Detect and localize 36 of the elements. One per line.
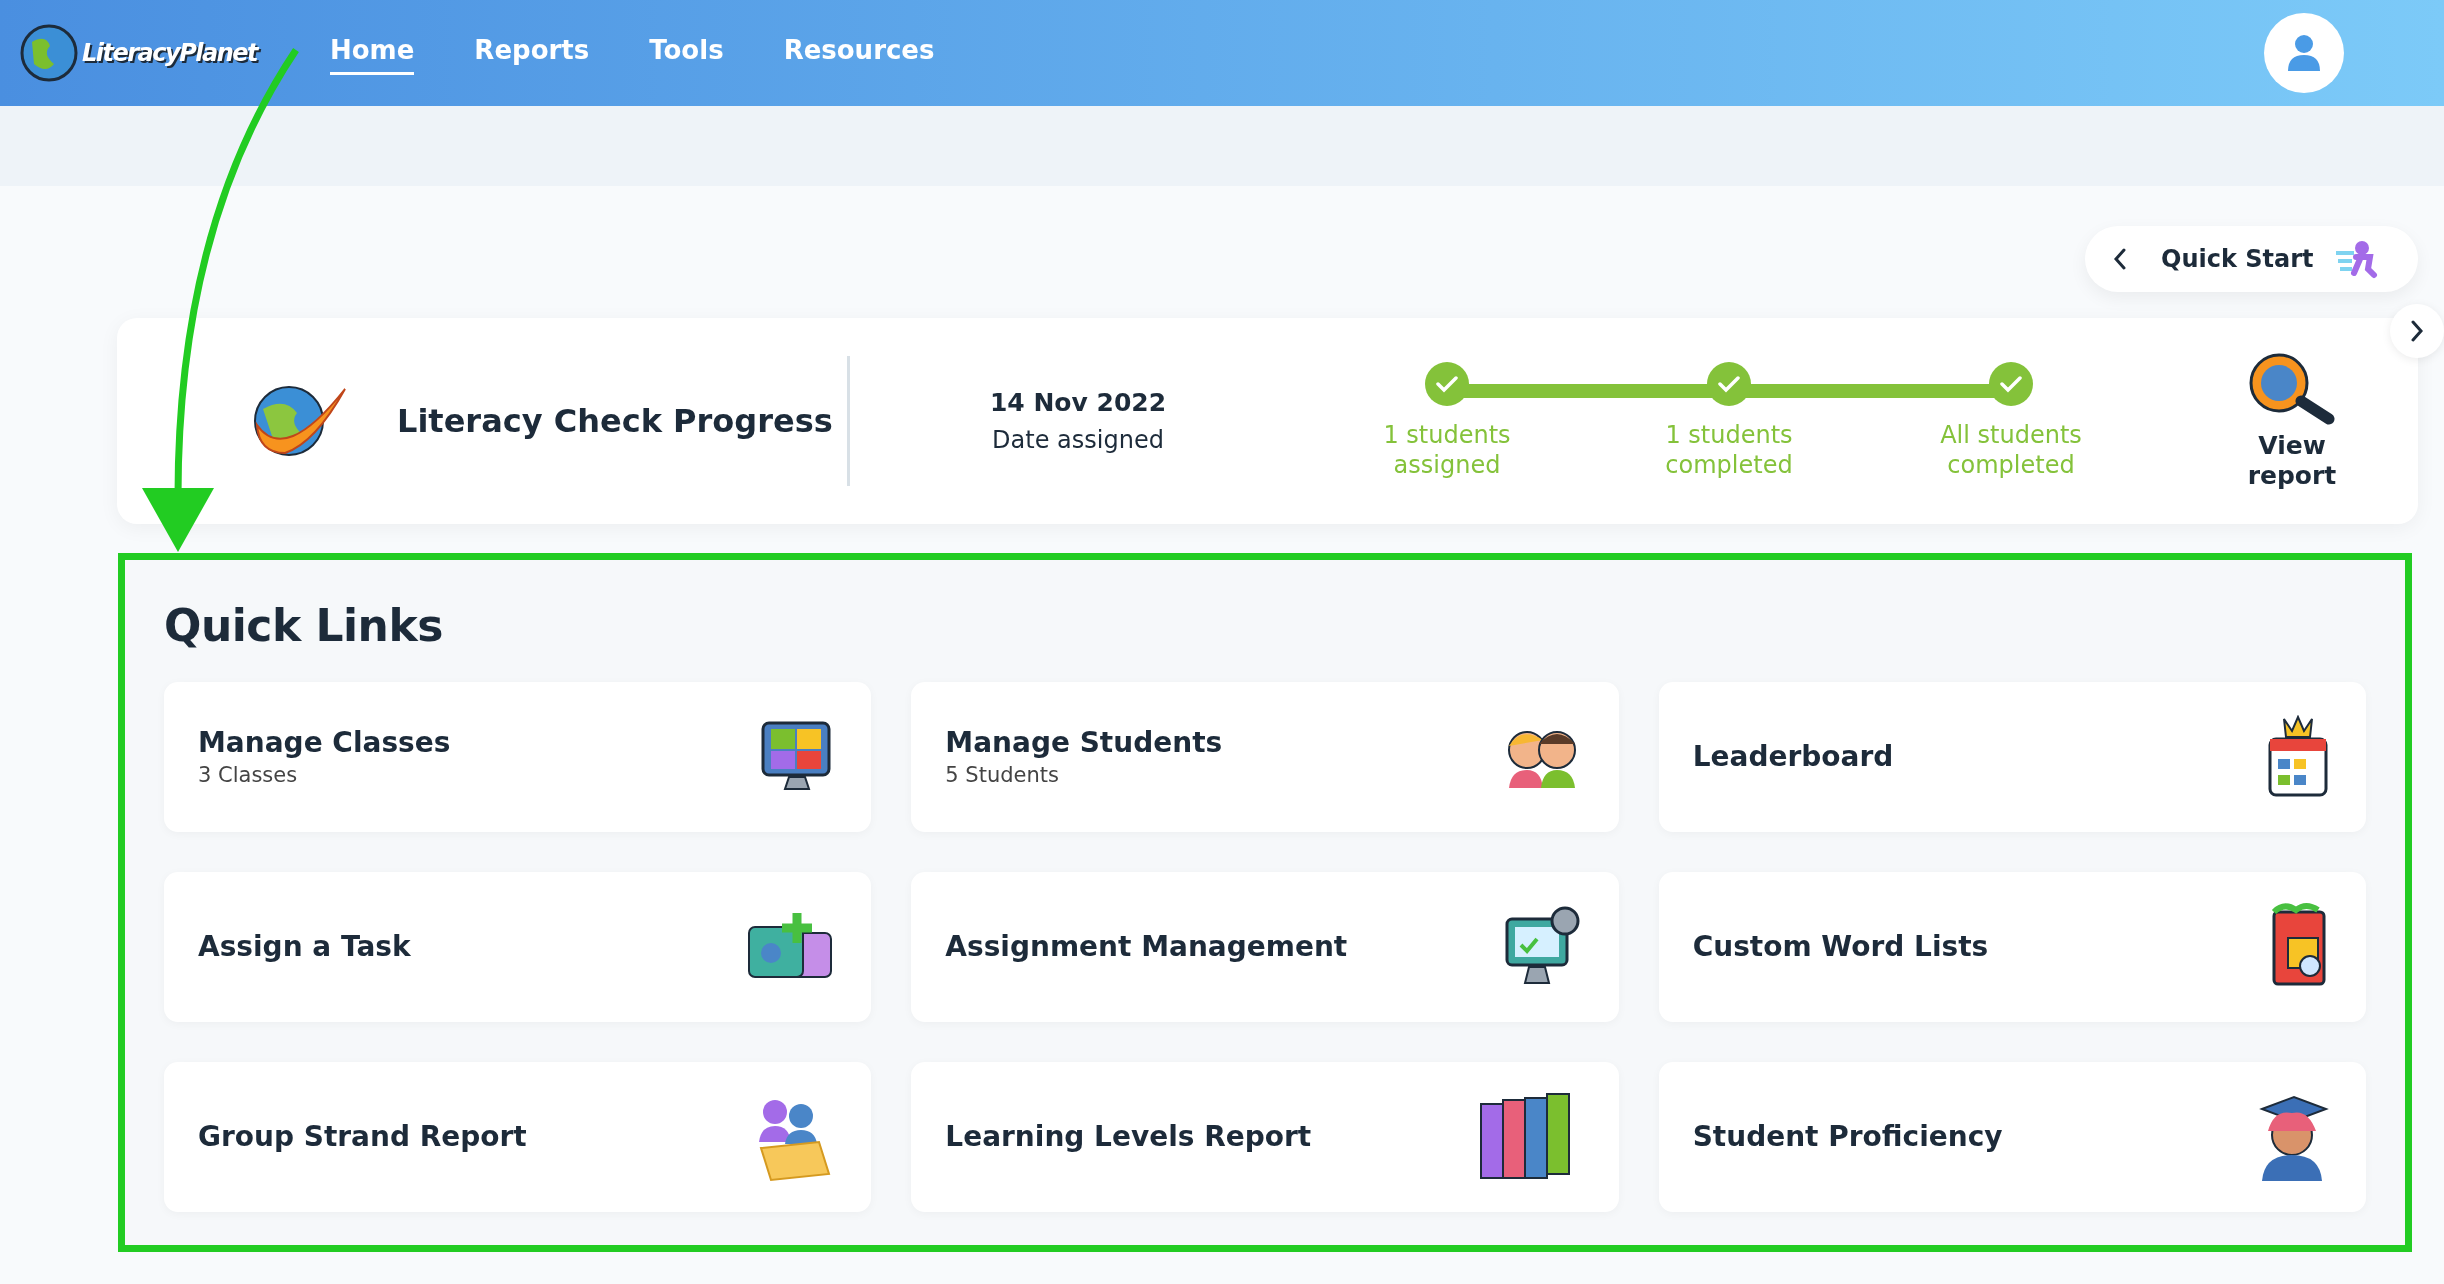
card-title: Custom Word Lists (1692, 929, 1989, 965)
card-title: Group Strand Report (198, 1119, 527, 1155)
progress-title: Literacy Check Progress (397, 401, 834, 442)
card-title: Leaderboard (1692, 739, 1894, 775)
quick-link-card[interactable]: Learning Levels Report (911, 1062, 1619, 1212)
quick-start-button[interactable]: Quick Start (2085, 226, 2418, 292)
step-label: 1 students assigned (1382, 420, 1512, 480)
card-subtitle: 5 Students (945, 762, 1060, 789)
card-title: Manage Classes (198, 725, 451, 761)
section-title: Quick Links (164, 599, 444, 653)
quick-link-card[interactable]: Custom Word Lists (1658, 872, 2366, 1022)
step-label: All students completed (1939, 420, 2083, 480)
quick-link-card[interactable]: Student Proficiency (1658, 1062, 2366, 1212)
assigned-date: 14 Nov 2022 (989, 387, 1167, 420)
card-title: Student Proficiency (1692, 1119, 2003, 1155)
running-figure-icon (2333, 239, 2378, 279)
magnifier-icon (2247, 351, 2337, 425)
quick-link-card[interactable]: Leaderboard (1658, 682, 2366, 832)
card-subtitle: 3 Classes (198, 762, 299, 789)
quick-link-card[interactable]: Assign a Task (164, 872, 872, 1022)
card-title: Learning Levels Report (945, 1119, 1312, 1155)
user-icon (2286, 33, 2322, 73)
card-title: Assign a Task (198, 929, 411, 965)
calendar-crown-icon (2266, 715, 2330, 799)
step-label: 1 students completed (1664, 420, 1794, 480)
quick-link-card[interactable]: Manage Classes 3 Classes (164, 682, 872, 832)
chevron-left-icon (2113, 248, 2127, 270)
quick-link-card[interactable]: Assignment Management (911, 872, 1619, 1022)
date-label: Date assigned (992, 424, 1164, 456)
card-title: Manage Students (945, 725, 1223, 761)
quick-link-card[interactable]: Manage Students 5 Students (911, 682, 1619, 832)
view-report-button[interactable]: View report (2212, 351, 2372, 491)
quick-link-card[interactable]: Group Strand Report (164, 1062, 872, 1212)
globe-logo-icon (20, 24, 78, 82)
card-title: Assignment Management (945, 929, 1348, 965)
chevron-right-icon (2410, 320, 2424, 342)
